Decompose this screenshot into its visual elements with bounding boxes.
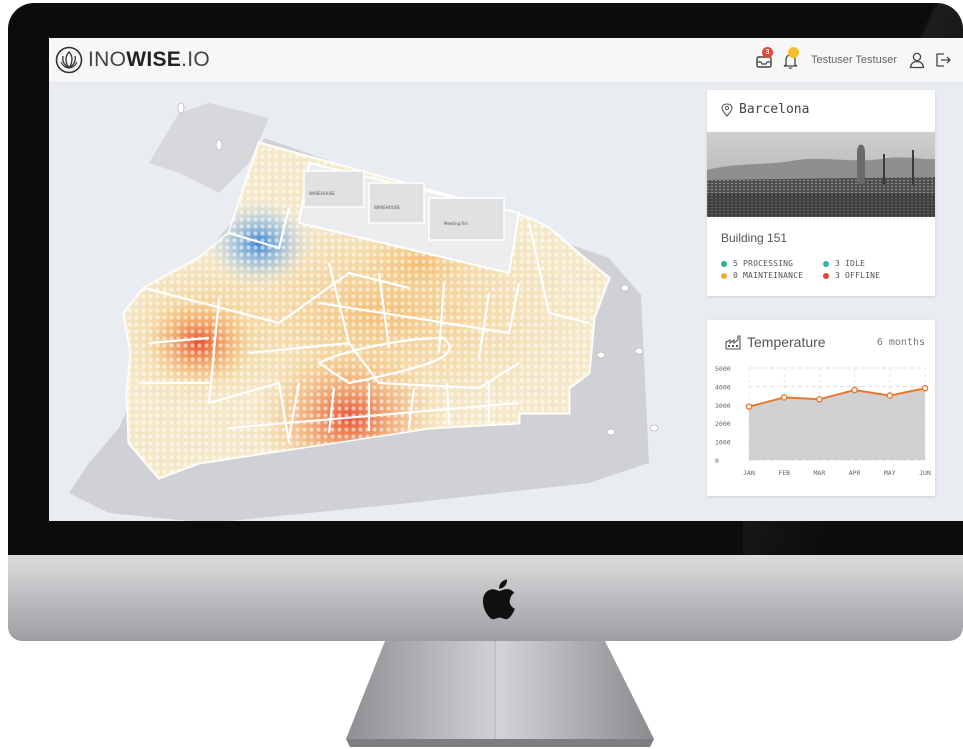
brand-logo-icon [55,46,83,74]
data-point [745,403,753,410]
monitor-stand [346,641,654,747]
sensor-pin[interactable] [634,347,644,355]
user-name[interactable]: Testuser Testuser [811,54,897,66]
city-name: Barcelona [739,102,810,117]
sensor-pin[interactable] [177,102,185,114]
x-tick-label: JUN [919,469,931,477]
temperature-header: Temperature [725,334,826,350]
x-tick-label: FEB [778,469,790,477]
brand[interactable]: INOWISE.IO [55,44,210,76]
location-card: Barcelona Building 151 5 PROCESSING 3 ID… [707,90,935,296]
y-tick-label: 4000 [715,383,731,391]
y-tick-label: 3000 [715,402,731,410]
sensor-pin[interactable] [215,139,223,151]
temperature-title: Temperature [747,334,826,350]
room-label: Meeting Rm [444,221,468,226]
y-tick-label: 2000 [715,420,731,428]
y-tick-label: 1000 [715,439,731,447]
brand-name: INOWISE.IO [88,48,211,71]
room-label: WAREHOUSE [309,191,335,196]
x-tick-label: JAN [743,469,755,477]
logout-button[interactable] [933,50,953,70]
sensor-pin[interactable] [649,424,659,432]
status-offline: 3 OFFLINE [823,271,880,280]
temperature-chart: 5000 4000 3000 2000 1000 0 JAN FEB MAR APR MAY JUN [715,365,931,477]
logout-icon [936,53,951,67]
sensor-pin[interactable] [596,351,606,359]
data-point [780,394,788,401]
data-point [851,386,858,394]
top-bar: INOWISE.IO 3 Testuser Testuser [49,38,963,83]
x-tick-label: APR [849,469,861,477]
y-tick-label: 0 [715,457,719,465]
notifications-button[interactable] [781,47,801,70]
floorplan-heatmap[interactable]: WAREHOUSE WAREHOUSE Meeting Rm [49,83,706,521]
status-dot [823,260,829,267]
status-idle: 3 IDLE [823,259,865,268]
notifications-badge [787,47,799,58]
sensor-pin[interactable] [620,284,630,292]
city-skyline-image [707,132,935,217]
profile-button[interactable] [907,50,927,70]
user-icon [909,52,925,69]
factory-icon [725,335,741,350]
status-dot [721,272,727,279]
data-point [921,384,929,392]
x-tick-label: MAR [814,469,826,477]
building-name: Building 151 [721,231,788,245]
status-dot [721,260,727,267]
x-tick-label: MAY [884,469,896,477]
messages-badge: 3 [761,47,773,58]
temperature-card: Temperature 6 months 5000 4000 3000 2000 100… [707,320,935,496]
range-selector[interactable]: 6 months [877,337,925,348]
data-point [886,392,894,399]
y-tick-label: 5000 [715,365,731,373]
status-processing: 5 PROCESSING [721,259,793,268]
location-pin-icon [721,102,733,117]
sensor-pin[interactable] [606,428,616,436]
apple-logo-icon [482,579,515,620]
location-title: Barcelona [721,102,809,117]
topbar-actions: 3 Testuser Testuser [749,47,953,72]
status-dot [823,272,829,279]
status-maintenance: 0 MAINTEINANCE [721,271,803,280]
app-screen: INOWISE.IO 3 Testuser Testuser WAREHOUSE… [49,38,963,521]
messages-button[interactable]: 3 [755,47,775,70]
data-point [816,395,823,403]
room-label: WAREHOUSE [374,205,400,210]
